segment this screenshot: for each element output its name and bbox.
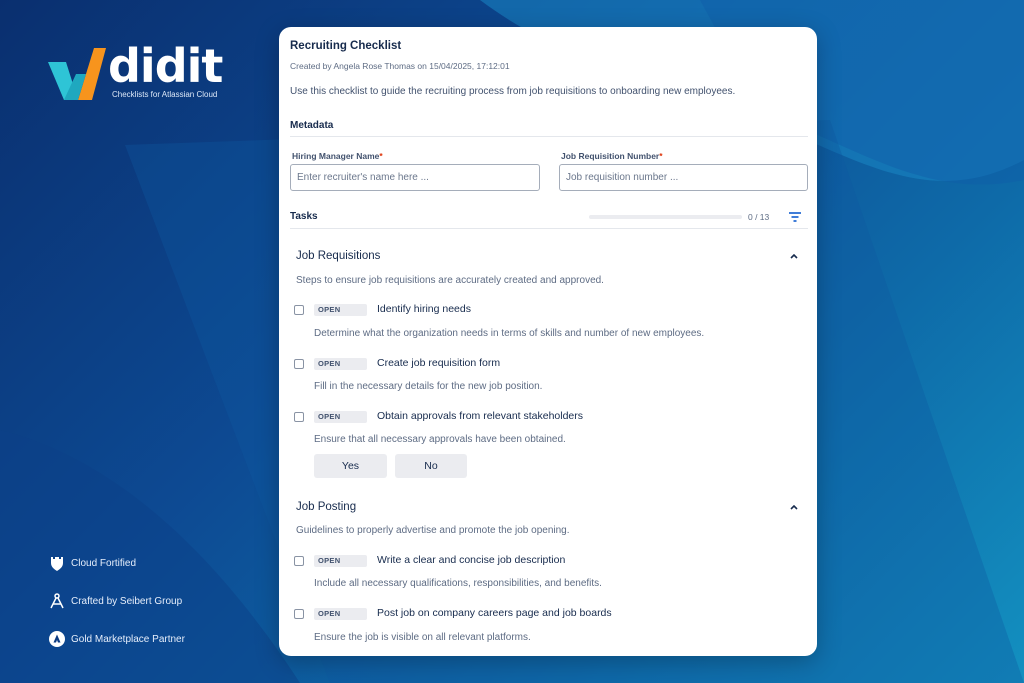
badge-cloud-fortified: Cloud Fortified — [49, 554, 185, 572]
status-badge: OPEN — [314, 358, 367, 370]
badge-label: Gold Marketplace Partner — [71, 633, 185, 645]
no-button[interactable]: No — [395, 454, 467, 478]
status-badge: OPEN — [314, 304, 367, 316]
logo-mark-icon — [48, 48, 106, 100]
task-description: Determine what the organization needs in… — [314, 328, 705, 339]
yes-button[interactable]: Yes — [314, 454, 387, 478]
checklist-title: Recruiting Checklist — [290, 40, 402, 52]
brand-name: didit — [108, 39, 223, 93]
checklist-card: Recruiting Checklist Created by Angela R… — [279, 27, 817, 656]
tasks-heading: Tasks — [290, 211, 318, 222]
metadata-heading: Metadata — [290, 120, 334, 131]
task-title: Identify hiring needs — [377, 303, 471, 315]
task-checkbox[interactable] — [294, 412, 304, 422]
status-badge: OPEN — [314, 608, 367, 620]
divider — [290, 136, 808, 137]
badge-gold-partner: Gold Marketplace Partner — [49, 630, 185, 648]
partner-badges: Cloud Fortified Crafted by Seibert Group… — [49, 554, 185, 668]
collapse-button[interactable] — [787, 249, 801, 263]
task-row: OPEN Create job requisition form — [294, 355, 804, 373]
task-description: Include all necessary qualifications, re… — [314, 578, 602, 589]
filter-button[interactable] — [787, 209, 803, 225]
badge-seibert-group: Crafted by Seibert Group — [49, 592, 185, 610]
badge-label: Crafted by Seibert Group — [71, 595, 183, 607]
job-requisition-label: Job Requisition Number* — [561, 151, 663, 161]
task-row: OPEN Obtain approvals from relevant stak… — [294, 408, 804, 426]
group-description: Guidelines to properly advertise and pro… — [296, 525, 570, 536]
filter-icon — [789, 212, 801, 222]
task-row: OPEN Identify hiring needs — [294, 301, 804, 319]
task-checkbox[interactable] — [294, 609, 304, 619]
task-row: OPEN Write a clear and concise job descr… — [294, 552, 804, 570]
group-description: Steps to ensure job requisitions are acc… — [296, 275, 604, 286]
hiring-manager-input[interactable] — [290, 164, 540, 191]
task-checkbox[interactable] — [294, 556, 304, 566]
task-checkbox[interactable] — [294, 359, 304, 369]
group-title-job-posting: Job Posting — [296, 501, 357, 513]
status-badge: OPEN — [314, 411, 367, 423]
task-description: Ensure that all necessary approvals have… — [314, 434, 566, 445]
hiring-manager-label: Hiring Manager Name* — [292, 151, 383, 161]
task-title: Write a clear and concise job descriptio… — [377, 554, 566, 566]
badge-label: Cloud Fortified — [71, 557, 137, 569]
group-title-job-requisitions: Job Requisitions — [296, 250, 381, 262]
status-badge: OPEN — [314, 555, 367, 567]
fortress-icon — [49, 555, 65, 571]
task-checkbox[interactable] — [294, 305, 304, 315]
divider — [290, 228, 808, 229]
job-requisition-input[interactable] — [559, 164, 808, 191]
task-description: Ensure the job is visible on all relevan… — [314, 632, 531, 643]
task-description: Fill in the necessary details for the ne… — [314, 381, 543, 392]
collapse-button[interactable] — [787, 500, 801, 514]
compass-icon — [49, 593, 65, 609]
chevron-up-icon — [790, 504, 798, 510]
task-title: Post job on company careers page and job… — [377, 607, 612, 619]
progress-bar — [589, 215, 742, 219]
brand-logo: didit Checklists for Atlassian Cloud — [48, 40, 223, 102]
task-title: Create job requisition form — [377, 357, 501, 369]
progress-count: 0 / 13 — [748, 212, 770, 222]
task-title: Obtain approvals from relevant stakehold… — [377, 410, 584, 422]
checklist-description: Use this checklist to guide the recruiti… — [290, 86, 736, 97]
task-row: OPEN Post job on company careers page an… — [294, 605, 804, 623]
atlassian-icon — [49, 631, 65, 647]
checklist-meta: Created by Angela Rose Thomas on 15/04/2… — [290, 61, 510, 71]
brand-tagline: Checklists for Atlassian Cloud — [112, 90, 218, 99]
chevron-up-icon — [790, 253, 798, 259]
